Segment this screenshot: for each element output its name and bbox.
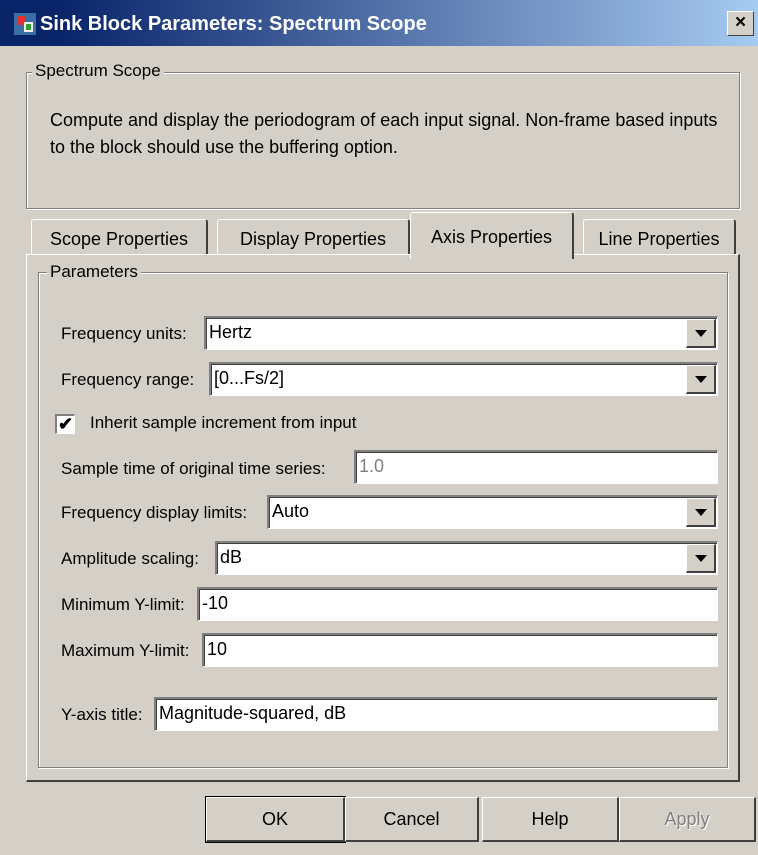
max-ylimit-field[interactable]: 10	[202, 633, 718, 667]
freq-display-limits-select[interactable]: Auto	[267, 495, 718, 529]
sample-time-label: Sample time of original time series:	[61, 459, 326, 478]
sample-time-field[interactable]: 1.0	[354, 450, 718, 484]
chevron-down-icon[interactable]	[686, 365, 716, 394]
inherit-sample-label: Inherit sample increment from input	[90, 413, 357, 432]
min-ylimit-label: Minimum Y-limit:	[61, 595, 185, 614]
frequency-range-label: Frequency range:	[61, 370, 195, 389]
dialog-window: Sink Block Parameters: Spectrum Scope × …	[0, 0, 758, 855]
max-ylimit-label: Maximum Y-limit:	[61, 641, 190, 660]
frequency-range-value: [0...Fs/2]	[214, 368, 285, 388]
amplitude-scaling-label: Amplitude scaling:	[61, 549, 199, 568]
chevron-down-icon[interactable]	[686, 498, 716, 527]
frequency-units-value: Hertz	[209, 322, 253, 342]
frequency-units-select[interactable]: Hertz	[204, 316, 718, 350]
frequency-range-select[interactable]: [0...Fs/2]	[209, 362, 718, 396]
frequency-units-label: Frequency units:	[61, 324, 187, 343]
freq-display-limits-label: Frequency display limits:	[61, 503, 248, 522]
freq-display-limits-value: Auto	[272, 501, 310, 521]
min-ylimit-field[interactable]: -10	[197, 587, 718, 621]
amplitude-scaling-value: dB	[220, 547, 243, 567]
parameters-form: Frequency units: Hertz Frequency range: …	[0, 0, 758, 855]
yaxis-title-field[interactable]: Magnitude-squared, dB	[154, 697, 718, 731]
amplitude-scaling-select[interactable]: dB	[215, 541, 718, 575]
chevron-down-icon[interactable]	[686, 319, 716, 348]
yaxis-title-label: Y-axis title:	[61, 705, 143, 724]
inherit-sample-checkbox[interactable]: ✔	[55, 414, 75, 434]
chevron-down-icon[interactable]	[686, 544, 716, 573]
